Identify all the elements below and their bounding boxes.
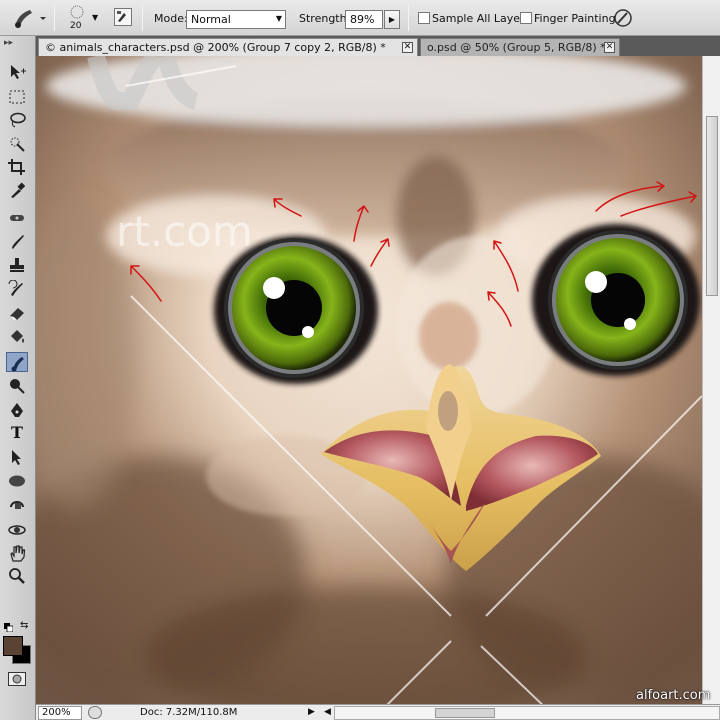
- history-brush-icon: [8, 280, 23, 296]
- move-tool-icon: [11, 65, 26, 79]
- chevron-down-icon: ▼: [275, 14, 282, 23]
- toolbox-collapse-icon[interactable]: ▸▸: [4, 38, 13, 48]
- smudge-tool-icon: [15, 10, 46, 28]
- document-tab-bar: © animals_characters.psd @ 200% (Group 7…: [36, 36, 720, 56]
- brush-tool[interactable]: [6, 232, 28, 252]
- 3d-orbit-tool[interactable]: [6, 520, 28, 540]
- pen-tool-icon: [11, 403, 23, 417]
- strength-label: Strength:: [299, 12, 351, 25]
- zoom-tool-icon: [9, 568, 25, 584]
- clone-stamp-icon: [10, 258, 24, 272]
- crop-tool-icon: [8, 159, 25, 175]
- pen-tool[interactable]: [6, 400, 28, 420]
- status-bar: 200% Doc: 7.32M/110.8M ▶ ◀: [36, 704, 720, 720]
- tab-label: © animals_characters.psd @ 200% (Group 7…: [45, 41, 386, 54]
- hand-tool[interactable]: [6, 543, 28, 563]
- strength-input[interactable]: 89%: [345, 10, 383, 29]
- eyedropper-tool[interactable]: [6, 180, 28, 200]
- dodge-tool[interactable]: [6, 376, 28, 396]
- 3d-rotate-icon: [10, 501, 24, 509]
- smudge-tool-icon: [11, 357, 24, 372]
- eyedropper-icon: [11, 182, 26, 198]
- hand-tool-icon: [10, 545, 26, 562]
- document-canvas[interactable]: rt.com: [36, 56, 702, 704]
- document-status-icon[interactable]: [88, 706, 102, 719]
- tool-preset-picker[interactable]: [8, 6, 48, 30]
- zoom-level-field[interactable]: 200%: [38, 706, 82, 720]
- paint-bucket-icon: [11, 330, 24, 343]
- strength-slider-button[interactable]: ▶: [384, 10, 400, 29]
- toolbox: ▸▸ T ⇆: [0, 36, 36, 720]
- healing-brush-icon: [10, 215, 24, 221]
- brush-panel-icon: [117, 11, 126, 22]
- crop-tool[interactable]: [6, 157, 28, 177]
- quick-selection-tool[interactable]: [6, 134, 28, 154]
- mode-value: Normal: [191, 13, 231, 26]
- path-selection-tool[interactable]: [6, 447, 28, 467]
- tab-animals-characters[interactable]: © animals_characters.psd @ 200% (Group 7…: [38, 38, 418, 56]
- type-tool-icon: T: [11, 423, 23, 442]
- path-selection-icon: [12, 450, 21, 465]
- lasso-tool[interactable]: [6, 110, 28, 130]
- ellipse-shape-icon: [9, 475, 25, 487]
- document-size-info: Doc: 7.32M/110.8M: [140, 707, 238, 718]
- dodge-tool-icon: [10, 379, 25, 394]
- scroll-left-icon[interactable]: ◀: [324, 707, 331, 717]
- chevron-down-icon: [40, 17, 46, 20]
- close-icon[interactable]: ✕: [402, 42, 413, 53]
- 3d-rotate-tool[interactable]: [6, 496, 28, 516]
- vertical-scrollbar-thumb[interactable]: [706, 116, 718, 296]
- zoom-tool[interactable]: [6, 566, 28, 586]
- tablet-pressure-button[interactable]: [612, 7, 634, 29]
- sample-all-layers-checkbox[interactable]: [418, 12, 430, 24]
- right-eye: [532, 224, 700, 376]
- finger-painting-label: Finger Painting: [534, 12, 616, 25]
- tab-label: o.psd @ 50% (Group 5, RGB/8) *: [427, 41, 606, 54]
- history-brush-tool[interactable]: [6, 279, 28, 299]
- options-bar: 20 ▼ Mode: Normal ▼ Strength: 89% ▶ Samp…: [0, 0, 720, 36]
- paint-bucket-tool[interactable]: [6, 327, 28, 347]
- left-eye: [214, 236, 378, 384]
- ellipse-shape-tool[interactable]: [6, 471, 28, 491]
- mode-select[interactable]: Normal ▼: [186, 10, 286, 29]
- quick-mask-icon: [12, 674, 22, 684]
- horizontal-scrollbar[interactable]: [334, 706, 720, 720]
- marquee-tool-icon: [9, 90, 25, 104]
- vertical-scrollbar[interactable]: [702, 56, 720, 704]
- close-icon[interactable]: ✕: [604, 42, 615, 53]
- foreground-color-swatch[interactable]: [3, 636, 23, 656]
- quick-mask-button[interactable]: [8, 672, 26, 686]
- move-tool[interactable]: [6, 62, 28, 82]
- finger-painting-checkbox[interactable]: [520, 12, 532, 24]
- marquee-tool[interactable]: [6, 87, 28, 107]
- tablet-pressure-icon: [614, 9, 632, 27]
- type-tool[interactable]: T: [6, 423, 28, 443]
- brush-panel-toggle-button[interactable]: [114, 8, 132, 26]
- brush-size-label: 20: [70, 21, 82, 31]
- chevron-down-icon[interactable]: ▼: [92, 13, 98, 22]
- eraser-icon: [10, 308, 24, 320]
- quick-selection-icon: [10, 137, 25, 152]
- clone-stamp-tool[interactable]: [6, 255, 28, 275]
- eraser-tool[interactable]: [6, 303, 28, 323]
- healing-brush-tool[interactable]: [6, 208, 28, 228]
- brush-tip-icon: [70, 5, 84, 19]
- background-watermark-text: rt.com: [116, 207, 253, 256]
- site-watermark: alfoart.com: [636, 688, 711, 703]
- status-menu-arrow-icon[interactable]: ▶: [308, 707, 315, 717]
- sample-all-layers-label: Sample All Layers: [432, 12, 531, 25]
- default-colors-icon[interactable]: [4, 622, 14, 633]
- smudge-tool[interactable]: [6, 352, 28, 372]
- horizontal-scrollbar-thumb[interactable]: [435, 708, 495, 718]
- tab-o-psd[interactable]: o.psd @ 50% (Group 5, RGB/8) * ✕: [420, 38, 620, 56]
- lasso-tool-icon: [10, 112, 26, 128]
- brush-tool-icon: [12, 235, 24, 249]
- mode-label: Mode:: [154, 12, 188, 25]
- swap-colors-icon[interactable]: ⇆: [20, 620, 28, 631]
- 3d-orbit-icon: [8, 525, 26, 535]
- owl-illustration: rt.com: [36, 56, 702, 704]
